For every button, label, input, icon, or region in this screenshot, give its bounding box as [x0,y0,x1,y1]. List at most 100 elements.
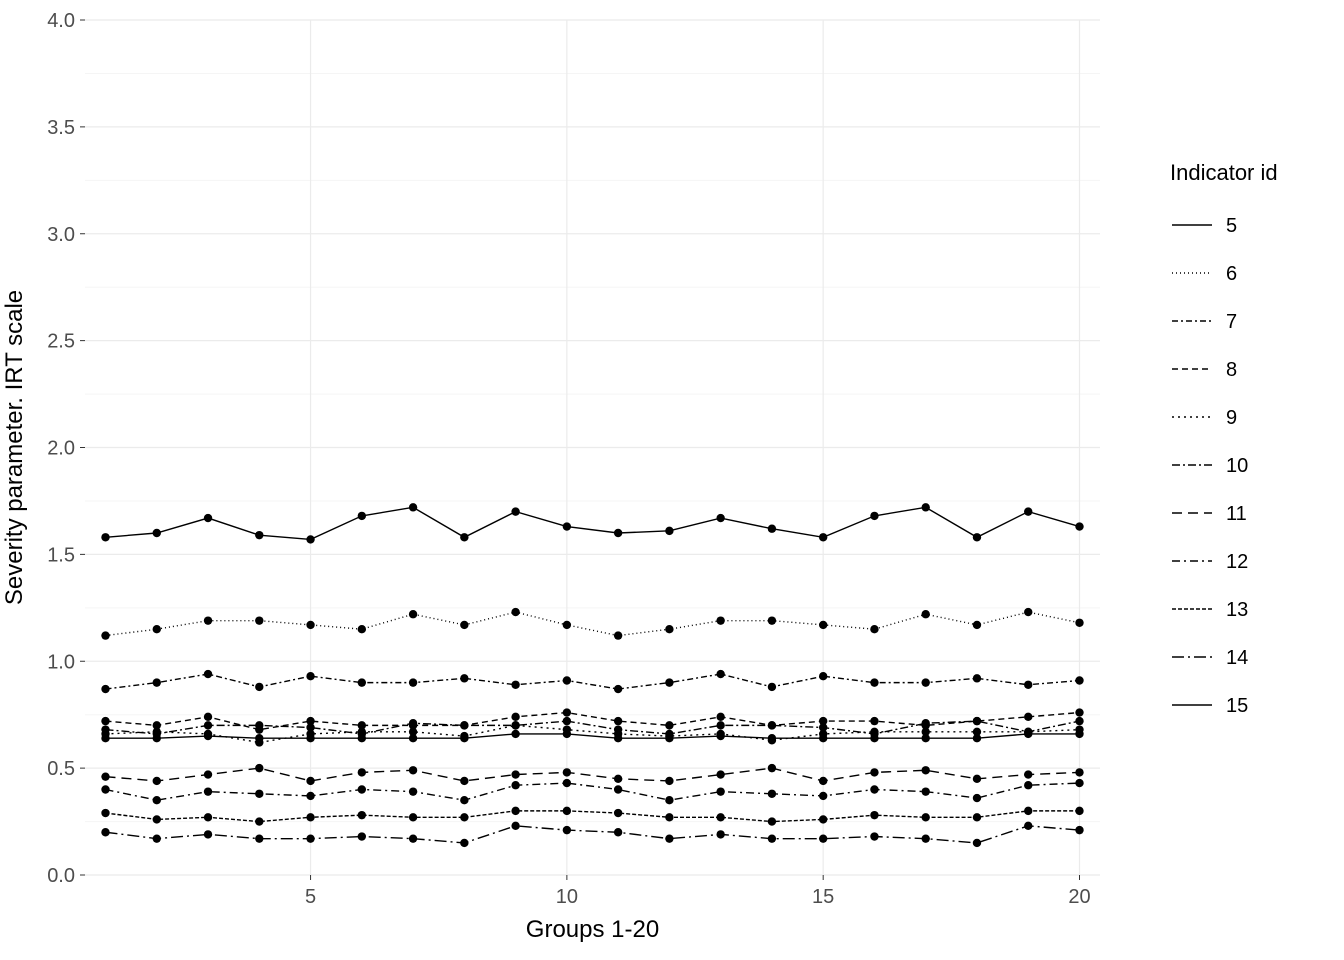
series-point-15 [1024,730,1032,738]
series-point-13 [614,809,622,817]
series-point-12 [1075,779,1083,787]
series-point-6 [973,621,981,629]
series-point-7 [153,678,161,686]
series-point-7 [973,674,981,682]
series-point-14 [922,834,930,842]
series-point-5 [101,533,109,541]
series-point-7 [922,678,930,686]
series-point-15 [204,732,212,740]
series-point-6 [153,625,161,633]
series-point-13 [716,813,724,821]
y-tick-label: 0.0 [47,865,75,887]
series-point-7 [614,685,622,693]
series-point-11 [153,777,161,785]
series-point-5 [973,533,981,541]
series-point-15 [153,734,161,742]
series-point-11 [819,777,827,785]
legend-label-11: 11 [1226,503,1247,525]
series-point-13 [511,807,519,815]
series-point-11 [768,764,776,772]
series-point-10 [511,721,519,729]
legend-label-13: 13 [1226,599,1248,621]
y-tick-label: 1.5 [47,544,75,566]
series-point-8 [1024,713,1032,721]
series-point-7 [1024,681,1032,689]
series-point-13 [1024,807,1032,815]
series-point-11 [511,770,519,778]
series-point-11 [1075,768,1083,776]
series-point-15 [819,734,827,742]
series-point-13 [204,813,212,821]
y-tick-label: 1.0 [47,651,75,673]
series-point-14 [460,839,468,847]
series-point-11 [306,777,314,785]
series-point-10 [768,721,776,729]
legend-label-5: 5 [1226,215,1237,237]
series-point-7 [870,678,878,686]
series-point-12 [922,787,930,795]
series-point-13 [1075,807,1083,815]
series-point-12 [358,785,366,793]
series-point-14 [1024,822,1032,830]
series-point-10 [409,719,417,727]
y-axis-title: Severity parameter. IRT scale [1,290,28,605]
series-point-5 [716,514,724,522]
chart-container: 0.00.51.01.52.02.53.03.54.05101520Groups… [0,0,1344,960]
series-point-5 [153,529,161,537]
chart-svg: 0.00.51.01.52.02.53.03.54.05101520Groups… [0,0,1344,960]
series-point-13 [922,813,930,821]
series-point-5 [409,503,417,511]
x-axis-title: Groups 1-20 [526,916,659,943]
series-point-12 [511,781,519,789]
series-point-15 [460,734,468,742]
series-point-12 [563,779,571,787]
series-point-12 [306,792,314,800]
series-point-6 [922,610,930,618]
series-point-6 [101,631,109,639]
series-point-10 [563,717,571,725]
series-point-13 [255,817,263,825]
series-point-14 [306,834,314,842]
series-point-14 [614,828,622,836]
series-point-10 [204,721,212,729]
y-tick-label: 2.0 [47,438,75,460]
series-point-10 [1075,717,1083,725]
series-point-6 [358,625,366,633]
series-point-8 [1075,708,1083,716]
x-tick-label: 20 [1068,886,1090,908]
series-point-10 [255,721,263,729]
series-point-6 [614,631,622,639]
series-point-5 [614,529,622,537]
series-point-11 [101,772,109,780]
series-point-11 [255,764,263,772]
x-tick-label: 10 [556,886,578,908]
series-point-7 [409,678,417,686]
series-point-14 [716,830,724,838]
series-point-11 [358,768,366,776]
series-point-11 [1024,770,1032,778]
legend-label-12: 12 [1226,551,1248,573]
series-point-14 [153,834,161,842]
series-point-12 [614,785,622,793]
series-point-6 [306,621,314,629]
series-point-5 [665,527,673,535]
series-point-13 [563,807,571,815]
series-point-13 [101,809,109,817]
series-point-8 [870,717,878,725]
series-point-8 [511,713,519,721]
series-point-12 [409,787,417,795]
y-tick-label: 4.0 [47,10,75,32]
series-point-10 [614,725,622,733]
series-point-6 [1024,608,1032,616]
series-point-5 [768,525,776,533]
series-point-5 [204,514,212,522]
series-point-14 [255,834,263,842]
series-point-14 [1075,826,1083,834]
series-point-13 [973,813,981,821]
series-point-13 [306,813,314,821]
series-point-13 [358,811,366,819]
series-point-15 [716,732,724,740]
series-point-15 [255,734,263,742]
series-point-14 [511,822,519,830]
series-point-5 [255,531,263,539]
